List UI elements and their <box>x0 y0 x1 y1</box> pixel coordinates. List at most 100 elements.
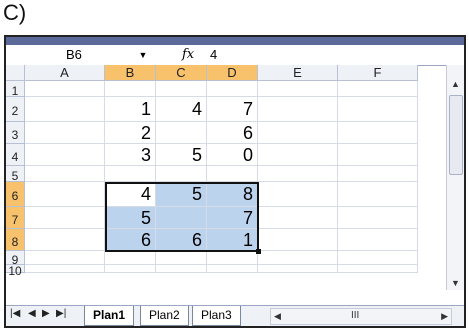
scroll-grip[interactable]: III <box>351 310 359 321</box>
cell-a5[interactable] <box>25 166 105 182</box>
cell-a2[interactable] <box>25 97 105 122</box>
column-header-c[interactable]: C <box>156 65 207 81</box>
cell-a6[interactable] <box>25 182 105 207</box>
first-sheet-icon[interactable]: |◀ <box>10 308 20 319</box>
cell-c3[interactable] <box>156 122 207 144</box>
cell-f6[interactable] <box>338 182 418 207</box>
cell-c6[interactable]: 5 <box>156 182 207 207</box>
row-header-4[interactable]: 4 <box>6 144 25 166</box>
cell-d1[interactable] <box>207 81 258 97</box>
cell-f10[interactable] <box>338 265 418 273</box>
cell-a10[interactable] <box>25 265 105 273</box>
cell-e7[interactable] <box>258 207 338 229</box>
cell-b7[interactable]: 5 <box>105 207 156 229</box>
formula-input[interactable]: 4 <box>210 45 217 65</box>
scroll-left-icon[interactable]: ◀ <box>274 311 281 322</box>
cell-a1[interactable] <box>25 81 105 97</box>
column-header-d[interactable]: D <box>207 65 258 81</box>
next-sheet-icon[interactable]: ▶ <box>42 308 50 319</box>
cell-c8[interactable]: 6 <box>156 229 207 251</box>
cell-e9[interactable] <box>258 251 338 265</box>
cell-e3[interactable] <box>258 122 338 144</box>
cell-b8[interactable]: 6 <box>105 229 156 251</box>
column-header-a[interactable]: A <box>25 65 105 81</box>
cell-d10[interactable] <box>207 265 258 273</box>
cell-c9[interactable] <box>156 251 207 265</box>
column-header-f[interactable]: F <box>338 65 418 81</box>
cell-e6[interactable] <box>258 182 338 207</box>
cell-f2[interactable] <box>338 97 418 122</box>
cell-a7[interactable] <box>25 207 105 229</box>
cell-b4[interactable]: 3 <box>105 144 156 166</box>
scroll-right-icon[interactable]: ▶ <box>441 311 448 322</box>
row-header-6[interactable]: 6 <box>6 182 25 207</box>
row-header-8[interactable]: 8 <box>6 229 25 251</box>
cell-b2[interactable]: 1 <box>105 97 156 122</box>
tab-plan3[interactable]: Plan3 <box>192 306 241 326</box>
cell-d3[interactable]: 6 <box>207 122 258 144</box>
scroll-up-icon[interactable]: ▲ <box>451 79 460 89</box>
spreadsheet-window: B6 ▼ fx 4 ABCDEF121473264350564587578661… <box>4 35 466 328</box>
row-header-5[interactable]: 5 <box>6 166 25 183</box>
cell-e5[interactable] <box>258 166 338 182</box>
cell-d4[interactable]: 0 <box>207 144 258 166</box>
cell-f9[interactable] <box>338 251 418 265</box>
cell-f4[interactable] <box>338 144 418 166</box>
scroll-down-icon[interactable]: ▼ <box>451 278 460 288</box>
cell-a3[interactable] <box>25 122 105 144</box>
title-bar <box>6 37 464 45</box>
cell-c7[interactable] <box>156 207 207 229</box>
row-header-9[interactable]: 9 <box>6 251 25 267</box>
cell-c10[interactable] <box>156 265 207 273</box>
prev-sheet-icon[interactable]: ◀ <box>28 308 36 319</box>
cell-d7[interactable]: 7 <box>207 207 258 229</box>
fill-handle[interactable] <box>256 249 261 254</box>
cell-d5[interactable] <box>207 166 258 182</box>
cell-d9[interactable] <box>207 251 258 265</box>
cell-b1[interactable] <box>105 81 156 97</box>
cell-b3[interactable]: 2 <box>105 122 156 144</box>
cell-e2[interactable] <box>258 97 338 122</box>
cell-a8[interactable] <box>25 229 105 251</box>
cell-b9[interactable] <box>105 251 156 265</box>
cell-b5[interactable] <box>105 166 156 182</box>
cell-f7[interactable] <box>338 207 418 229</box>
cell-a9[interactable] <box>25 251 105 265</box>
name-box[interactable]: B6 <box>24 45 129 65</box>
cell-d8[interactable]: 1 <box>207 229 258 251</box>
cell-f3[interactable] <box>338 122 418 144</box>
cell-b6[interactable]: 4 <box>105 182 156 207</box>
last-sheet-icon[interactable]: ▶| <box>56 308 66 319</box>
cell-c4[interactable]: 5 <box>156 144 207 166</box>
formula-bar: B6 ▼ fx 4 <box>6 45 464 66</box>
row-header-2[interactable]: 2 <box>6 97 25 122</box>
cell-e10[interactable] <box>258 265 338 273</box>
row-header-10[interactable]: 10 <box>6 265 25 277</box>
cell-d2[interactable]: 7 <box>207 97 258 122</box>
fx-icon[interactable]: fx <box>182 45 194 65</box>
tab-plan1[interactable]: Plan1 <box>84 306 135 326</box>
column-header-b[interactable]: B <box>105 65 156 81</box>
chevron-down-icon[interactable]: ▼ <box>130 45 156 65</box>
cell-f8[interactable] <box>338 229 418 251</box>
vertical-scrollbar[interactable]: ▲ ▼ <box>446 65 464 290</box>
cell-a4[interactable] <box>25 144 105 166</box>
row-header-1[interactable]: 1 <box>6 81 25 98</box>
cell-e4[interactable] <box>258 144 338 166</box>
tab-plan2[interactable]: Plan2 <box>140 306 189 326</box>
cell-e8[interactable] <box>258 229 338 251</box>
cell-f1[interactable] <box>338 81 418 97</box>
cell-b10[interactable] <box>105 265 156 273</box>
select-all-corner[interactable] <box>6 65 25 81</box>
cell-c1[interactable] <box>156 81 207 97</box>
column-header-e[interactable]: E <box>258 65 338 81</box>
row-header-7[interactable]: 7 <box>6 207 25 229</box>
cell-e1[interactable] <box>258 81 338 97</box>
scroll-thumb[interactable] <box>449 95 463 175</box>
cell-c2[interactable]: 4 <box>156 97 207 122</box>
row-header-3[interactable]: 3 <box>6 122 25 144</box>
cell-f5[interactable] <box>338 166 418 182</box>
cell-c5[interactable] <box>156 166 207 182</box>
cell-d6[interactable]: 8 <box>207 182 258 207</box>
horizontal-scrollbar[interactable]: ◀ III ▶ <box>270 308 452 325</box>
